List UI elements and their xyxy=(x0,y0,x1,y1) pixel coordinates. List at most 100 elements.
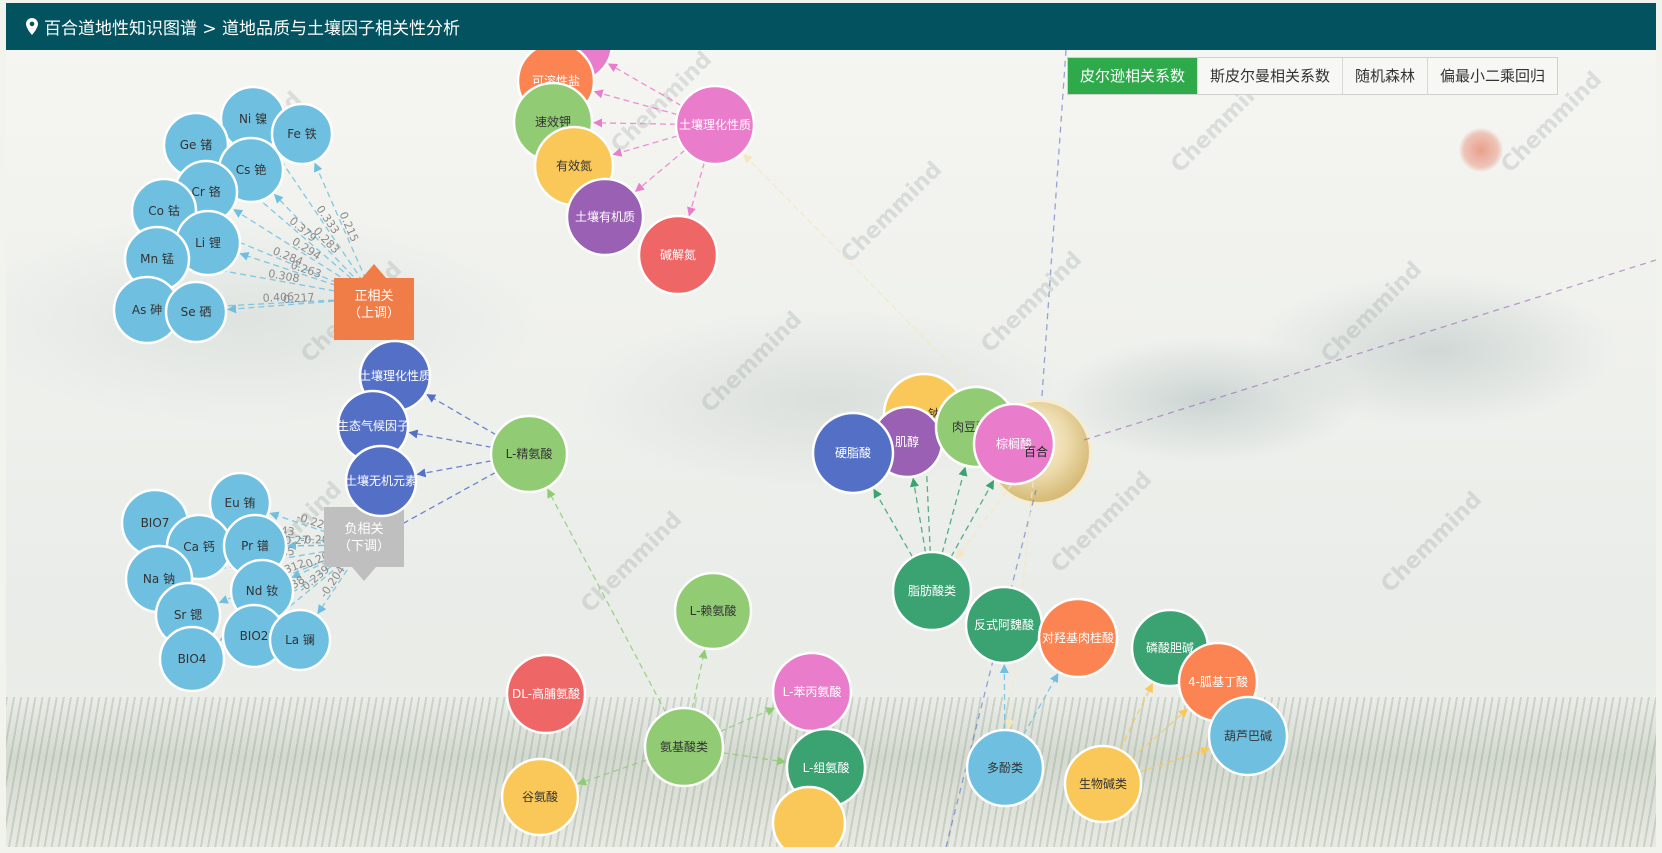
edge-ajs-zas xyxy=(722,752,787,766)
node-label: 土壤理化性质 xyxy=(679,117,751,132)
node-label-line: BIO7 xyxy=(141,516,170,530)
edge-tl1-krx xyxy=(593,89,678,116)
node-label: Eu 铕 xyxy=(224,496,255,510)
edge-swj-lsdj xyxy=(1119,683,1153,751)
edge-dfl-djr xyxy=(1023,672,1059,736)
node-layer: 正相关 （上调） 负相关 （下调） Ni 镍 Fe 铁 Ge 锗 Cs 铯 Cr 铬 Co 钴 Li… xyxy=(112,50,1289,847)
edge-ajs-bbs xyxy=(719,707,776,733)
edge-tl1-sxj xyxy=(593,118,677,128)
background-link xyxy=(1083,259,1656,441)
node-fe[interactable]: Fe 铁 xyxy=(270,102,334,166)
node-label-line: 负相关 xyxy=(344,522,383,537)
node-wj[interactable]: 土壤无机元素 xyxy=(344,444,418,518)
node-gas[interactable]: 谷氨酸 xyxy=(500,757,580,837)
node-dfl[interactable]: 多酚类 xyxy=(965,728,1045,808)
node-label-line: Nd 钕 xyxy=(246,583,278,598)
edge-zfs-ydk xyxy=(941,466,968,554)
node-label-line: Ge 锗 xyxy=(180,137,213,152)
node-label-line: 4-胍基丁酸 xyxy=(1188,674,1248,689)
background-link xyxy=(1041,50,1067,397)
tab-pls-regression[interactable]: 偏最小二乘回归 xyxy=(1428,58,1557,94)
node-zlx[interactable]: 棕榈酸 xyxy=(972,402,1056,486)
node-hlb[interactable]: 葫芦巴碱 xyxy=(1207,695,1289,777)
node-label: Sr 锶 xyxy=(174,608,202,622)
node-label: Ca 钙 xyxy=(183,540,215,554)
knowledge-graph[interactable]: 0.3330.2150.3790.2830.2940.2840.2630.308… xyxy=(6,50,1656,847)
node-djr[interactable]: 对羟基肉桂酸 xyxy=(1037,597,1119,679)
node-yzs[interactable]: 硬脂酸 xyxy=(811,411,895,495)
node-label-line: 葫芦巴碱 xyxy=(1224,729,1272,743)
node-label-line: 多酚类 xyxy=(987,761,1023,775)
node-btm[interactable] xyxy=(771,785,847,847)
edge-ajs-gas xyxy=(576,759,648,786)
node-label-line: 正相关 xyxy=(354,289,393,304)
node-jjd[interactable]: 碱解氮 xyxy=(637,214,719,296)
node-label-line: Ca 钙 xyxy=(183,540,215,554)
node-label-line: Sr 锶 xyxy=(174,608,202,622)
node-label-line: 土壤有机质 xyxy=(575,209,635,224)
node-label: Pr 镨 xyxy=(241,538,269,553)
node-label-line: 土壤理化性质 xyxy=(359,368,431,383)
node-label: 肌醇 xyxy=(895,434,919,449)
node-baihe[interactable]: 百合 xyxy=(1024,444,1048,459)
node-pos[interactable]: 正相关 （上调） xyxy=(334,264,414,340)
graph-canvas[interactable]: Chemmind Chemmind Chemmind Chemmind Chemmind… xyxy=(6,50,1656,847)
tab-spearman[interactable]: 斯皮尔曼相关系数 xyxy=(1198,58,1344,94)
node-fsaw[interactable]: 反式阿魏酸 xyxy=(964,585,1044,665)
node-label-line: Pr 镨 xyxy=(241,538,269,553)
edge-tl1-top1 xyxy=(607,63,682,107)
edge-tl1-yxd xyxy=(612,135,678,157)
edge-label: 0.217 xyxy=(283,291,315,306)
node-label: Se 硒 xyxy=(181,305,212,319)
node-label-line: DL-高脯氨酸 xyxy=(512,686,580,701)
node-label: L-苯丙氨酸 xyxy=(783,684,842,699)
node-label: Cs 铯 xyxy=(236,162,266,177)
node-label-line: 对羟基肉桂酸 xyxy=(1042,630,1114,645)
node-label-line: Fe 铁 xyxy=(287,127,316,141)
node-label-line: Na 钠 xyxy=(143,571,175,586)
node-label: 4-胍基丁酸 xyxy=(1188,674,1248,689)
node-jing[interactable]: L-精氨酸 xyxy=(489,414,569,494)
node-label-line: 土壤无机元素 xyxy=(345,473,417,488)
node-label-line: Co 钴 xyxy=(148,203,180,218)
node-label-line: Cs 铯 xyxy=(236,162,266,177)
node-la[interactable]: La 镧 xyxy=(268,608,332,672)
tab-pearson[interactable]: 皮尔逊相关系数 xyxy=(1068,58,1199,94)
node-tl1[interactable]: 土壤理化性质 xyxy=(674,84,756,166)
node-label: 土壤理化性质 xyxy=(359,368,431,383)
node-label: Ge 锗 xyxy=(180,137,213,152)
node-label: 对羟基肉桂酸 xyxy=(1042,630,1114,645)
tab-random-forest[interactable]: 随机森林 xyxy=(1343,58,1429,94)
method-tabs: 皮尔逊相关系数 斯皮尔曼相关系数 随机森林 偏最小二乘回归 xyxy=(1067,57,1559,95)
node-label: BIO4 xyxy=(178,652,207,666)
node-label: 土壤有机质 xyxy=(575,209,635,224)
node-label: 生态气候因子 xyxy=(337,418,409,433)
node-label-line: 脂肪酸类 xyxy=(908,583,956,598)
node-yjz[interactable]: 土壤有机质 xyxy=(565,177,645,257)
node-zfs[interactable]: 脂肪酸类 xyxy=(891,550,973,632)
node-label-line: 百合 xyxy=(1024,444,1048,459)
node-label: 磷酸胆碱 xyxy=(1146,640,1194,655)
node-label: 脂肪酸类 xyxy=(908,583,956,598)
node-bbs[interactable]: L-苯丙氨酸 xyxy=(771,651,853,733)
node-label: 谷氨酸 xyxy=(522,789,558,804)
node-swj[interactable]: 生物碱类 xyxy=(1063,744,1143,824)
node-dl[interactable]: DL-高脯氨酸 xyxy=(505,653,587,735)
node-ajs[interactable]: 氨基酸类 xyxy=(643,706,725,788)
node-label: Mn 锰 xyxy=(140,251,174,266)
node-label-line: 碱解氮 xyxy=(660,247,696,262)
node-lsa[interactable]: L-赖氨酸 xyxy=(673,571,753,651)
node-label-line: 磷酸胆碱 xyxy=(1146,640,1194,655)
node-se[interactable]: Se 硒 xyxy=(164,280,228,344)
edge-jing-tl2 xyxy=(426,394,497,436)
node-label: L-赖氨酸 xyxy=(690,603,737,618)
node-label: BIO2 xyxy=(240,629,269,643)
node-label: As 砷 xyxy=(132,303,162,317)
node-label-line: （下调） xyxy=(338,539,390,554)
node-label-line: L-精氨酸 xyxy=(506,446,553,461)
node-label: Na 钠 xyxy=(143,571,175,586)
node-label: 反式阿魏酸 xyxy=(974,617,1034,632)
node-bio4[interactable]: BIO4 xyxy=(158,625,226,693)
node-label: Co 钴 xyxy=(148,203,180,218)
node-label: Li 锂 xyxy=(195,235,221,250)
